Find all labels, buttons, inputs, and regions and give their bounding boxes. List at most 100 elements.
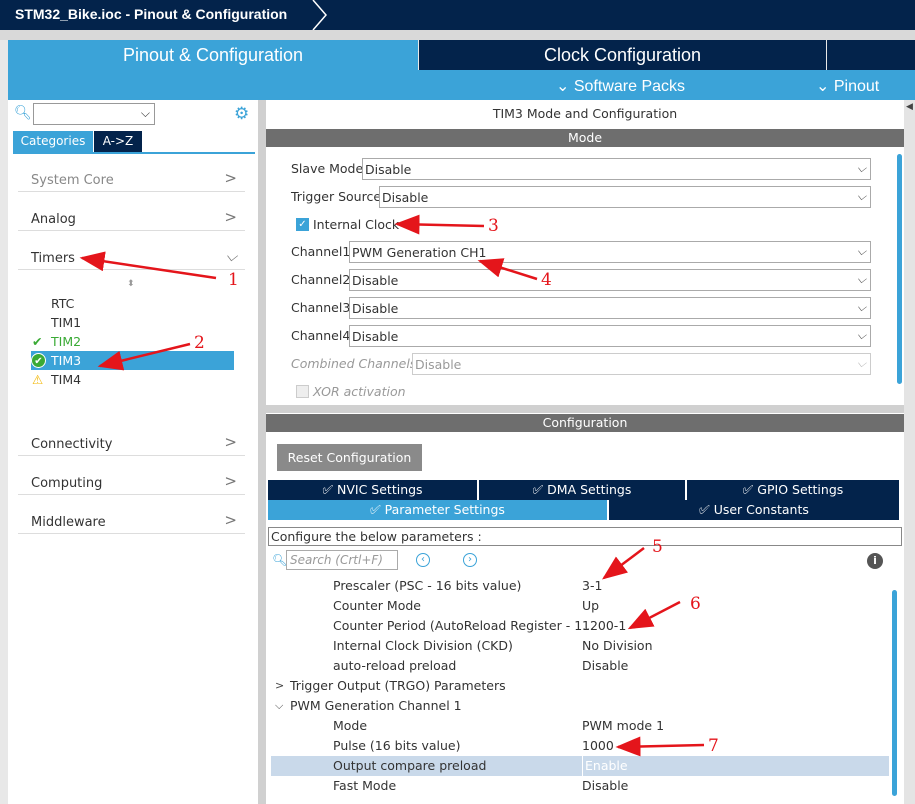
param-key: auto-reload preload [333, 658, 457, 673]
group-trigger-output[interactable]: > Trigger Output (TRGO) Parameters [266, 676, 891, 696]
parameter-scrollbar[interactable] [892, 590, 897, 796]
param-row-selected[interactable]: Output compare preload Enable [271, 756, 889, 776]
internal-clock-checkbox[interactable]: ✓ [296, 218, 309, 231]
reset-configuration-button[interactable]: Reset Configuration [277, 444, 422, 471]
configure-parameters-label: Configure the below parameters : [268, 527, 902, 546]
chevron-down-icon: ⌵ [856, 272, 866, 286]
param-value[interactable]: PWM mode 1 [582, 716, 664, 736]
tab-user-constants[interactable]: ✅︎ User Constants [609, 500, 899, 520]
xor-row: XOR activation [296, 381, 876, 403]
splitter[interactable] [258, 100, 266, 804]
parameter-search-input[interactable]: Search (Crtl+F) [286, 550, 398, 570]
search-icon: 🔍︎ [14, 105, 32, 121]
tab-a-z[interactable]: A->Z [94, 131, 142, 152]
select-value: Disable [352, 273, 399, 288]
param-row[interactable]: Counter Mode Up [266, 596, 891, 616]
tab-extra[interactable] [827, 40, 915, 70]
chevron-down-icon: ⌵ [856, 300, 866, 314]
param-value[interactable]: 3-1 [582, 576, 602, 596]
category-timers[interactable]: Timers ⌵ [18, 242, 245, 270]
param-key: Internal Clock Division (CKD) [333, 638, 513, 653]
param-value[interactable]: 1000 [582, 736, 614, 756]
software-packs-menu[interactable]: ⌄ Software Packs [556, 76, 685, 96]
category-label: Connectivity [31, 437, 113, 452]
slave-mode-select[interactable]: Disable ⌵ [362, 158, 871, 180]
tab-parameter-settings[interactable]: ✅︎ Parameter Settings [268, 500, 607, 520]
tab-nvic-settings[interactable]: ✅︎ NVIC Settings [268, 480, 477, 500]
param-row[interactable]: Prescaler (PSC - 16 bits value) 3-1 [266, 576, 891, 596]
info-icon[interactable]: i [867, 553, 883, 569]
chevron-right-icon: > [275, 679, 285, 692]
configuration-header: Configuration [266, 414, 904, 432]
trigger-source-label: Trigger Source [291, 189, 382, 204]
previous-icon[interactable]: ‹ [416, 553, 430, 567]
channel2-row: Channel2 Disable ⌵ [291, 269, 871, 291]
channel1-select[interactable]: PWM Generation CH1 ⌵ [349, 241, 871, 263]
outer-scrollbar[interactable]: ◀ [904, 100, 915, 804]
sort-icon[interactable]: ⬍ [127, 279, 135, 289]
xor-checkbox [296, 385, 309, 398]
chevron-down-icon: ⌵ [856, 328, 866, 342]
check-circle-icon: ✅︎ [532, 482, 548, 497]
section-splitter[interactable] [266, 405, 904, 413]
mode-scrollbar[interactable] [897, 154, 902, 384]
channel4-select[interactable]: Disable ⌵ [349, 325, 871, 347]
internal-clock-row[interactable]: ✓ Internal Clock [296, 214, 876, 236]
timer-label: RTC [51, 296, 75, 311]
param-row[interactable]: Fast Mode Disable [266, 776, 891, 796]
channel3-row: Channel3 Disable ⌵ [291, 297, 871, 319]
timer-label: TIM1 [51, 315, 82, 330]
tab-label: User Constants [713, 502, 809, 517]
param-key: Counter Mode [333, 598, 421, 613]
timer-rtc[interactable]: RTC [31, 294, 234, 313]
chevron-right-icon: > [224, 208, 237, 226]
param-value[interactable]: Enable [582, 756, 628, 776]
timer-tim1[interactable]: TIM1 [31, 313, 234, 332]
tab-gpio-settings[interactable]: ✅︎ GPIO Settings [687, 480, 899, 500]
channel4-label: Channel4 [291, 328, 351, 343]
chevron-right-icon: > [224, 169, 237, 187]
param-key: Fast Mode [333, 778, 397, 793]
category-search-combo[interactable]: ⌵ [33, 103, 155, 125]
param-value[interactable]: Disable [582, 776, 628, 796]
collapse-icon[interactable]: ◀ [906, 102, 913, 112]
tab-categories[interactable]: Categories [13, 131, 93, 152]
param-row[interactable]: Mode PWM mode 1 [266, 716, 891, 736]
category-analog[interactable]: Analog > [18, 203, 245, 231]
param-value[interactable]: Disable [582, 656, 628, 676]
param-row[interactable]: Counter Period (AutoReload Register - 1.… [266, 616, 891, 636]
param-key: Prescaler (PSC - 16 bits value) [333, 578, 522, 593]
category-system-core[interactable]: System Core > [18, 164, 245, 192]
channel3-select[interactable]: Disable ⌵ [349, 297, 871, 319]
tab-pinout-configuration[interactable]: Pinout & Configuration [8, 40, 418, 70]
param-value[interactable]: 1200-1 [582, 616, 626, 636]
param-row[interactable]: auto-reload preload Disable [266, 656, 891, 676]
tab-dma-settings[interactable]: ✅︎ DMA Settings [479, 480, 685, 500]
tab-clock-configuration[interactable]: Clock Configuration [419, 40, 826, 70]
param-key: Counter Period (AutoReload Register - 1.… [333, 618, 595, 633]
channel1-label: Channel1 [291, 244, 351, 259]
category-connectivity[interactable]: Connectivity > [18, 428, 245, 456]
select-value: Disable [352, 301, 399, 316]
pinout-menu[interactable]: ⌄ Pinout [816, 76, 879, 96]
category-computing[interactable]: Computing > [18, 467, 245, 495]
timer-tim3[interactable]: ✔ TIM3 [31, 351, 234, 370]
param-value[interactable]: No Division [582, 636, 653, 656]
category-label: Computing [31, 476, 103, 491]
category-middleware[interactable]: Middleware > [18, 506, 245, 534]
gear-icon[interactable]: ⚙ [234, 104, 249, 124]
trigger-source-select[interactable]: Disable ⌵ [379, 186, 871, 208]
param-value[interactable]: Up [582, 596, 599, 616]
next-icon[interactable]: › [463, 553, 477, 567]
chevron-down-icon: ⌵ [140, 106, 150, 120]
param-row[interactable]: Pulse (16 bits value) 1000 [266, 736, 891, 756]
breadcrumb-chevron-icon [312, 0, 327, 30]
channel3-label: Channel3 [291, 300, 351, 315]
chevron-down-icon: ⌵ [856, 244, 866, 258]
channel2-select[interactable]: Disable ⌵ [349, 269, 871, 291]
group-pwm-channel1[interactable]: ⌵ PWM Generation Channel 1 [266, 696, 891, 716]
param-row[interactable]: Internal Clock Division (CKD) No Division [266, 636, 891, 656]
check-circle-icon: ✅︎ [370, 502, 385, 517]
timer-tim2[interactable]: ✔ TIM2 [31, 332, 234, 351]
timer-tim4[interactable]: ⚠ TIM4 [31, 370, 234, 389]
